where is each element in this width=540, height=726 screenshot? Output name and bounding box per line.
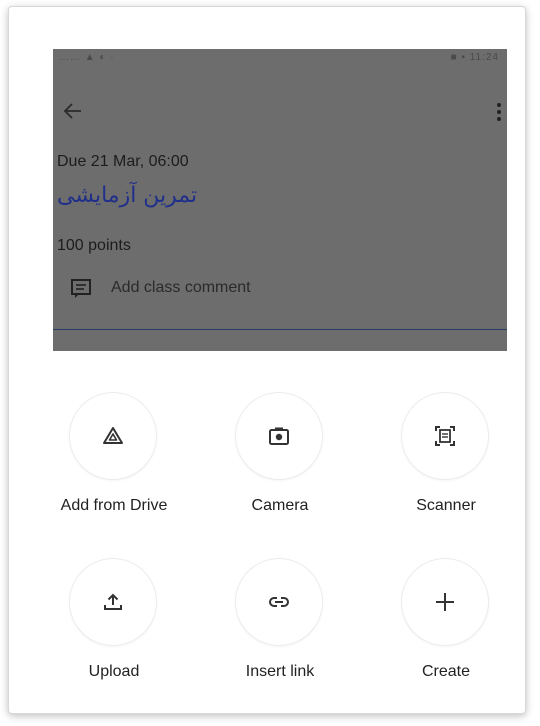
insert-link-button[interactable]: Insert link — [215, 559, 345, 699]
attach-sheet-screenshot: …… ▲ ◐ · ■ ▪ 11:24 Due 21 Mar, 06:00 تمر… — [8, 6, 526, 714]
add-from-drive-label: Add from Drive — [60, 497, 168, 514]
upload-icon — [104, 593, 122, 610]
camera-icon — [269, 427, 289, 445]
upload-circle — [70, 559, 156, 645]
camera-button[interactable]: Camera — [215, 393, 345, 533]
divider — [53, 329, 507, 330]
camera-label: Camera — [251, 497, 309, 514]
add-class-comment-label: Add class comment — [111, 279, 251, 296]
drive-icon — [103, 427, 123, 444]
scanner-button[interactable]: Scanner — [381, 393, 511, 533]
insert-link-circle — [236, 559, 322, 645]
scanner-circle — [402, 393, 488, 479]
add-from-drive-circle — [70, 393, 156, 479]
upload-button[interactable]: Upload — [49, 559, 179, 699]
insert-link-label: Insert link — [245, 663, 315, 680]
status-bar-right: ■ ▪ 11:24 — [450, 52, 499, 63]
status-bar-left: …… ▲ ◐ · — [59, 52, 115, 63]
more-vert-icon[interactable] — [493, 101, 505, 123]
scanner-label: Scanner — [416, 497, 476, 514]
back-arrow-icon[interactable] — [61, 99, 85, 123]
link-icon — [269, 597, 289, 607]
create-button[interactable]: Create — [381, 559, 511, 699]
scanner-icon — [435, 426, 455, 446]
assignment-points: 100 points — [57, 237, 131, 254]
add-class-comment-button[interactable]: Add class comment — [69, 275, 369, 305]
dimmed-assignment-view: …… ▲ ◐ · ■ ▪ 11:24 Due 21 Mar, 06:00 تمر… — [53, 49, 507, 351]
upload-label: Upload — [88, 663, 140, 680]
create-circle — [402, 559, 488, 645]
add-from-drive-button[interactable]: Add from Drive — [49, 393, 179, 533]
create-label: Create — [421, 663, 471, 680]
comment-icon — [69, 277, 93, 301]
camera-circle — [236, 393, 322, 479]
assignment-title: تمرین آزمایشی — [57, 183, 198, 208]
due-date: Due 21 Mar, 06:00 — [57, 153, 189, 170]
status-bar: …… ▲ ◐ · ■ ▪ 11:24 — [53, 49, 507, 67]
plus-icon — [436, 593, 454, 611]
